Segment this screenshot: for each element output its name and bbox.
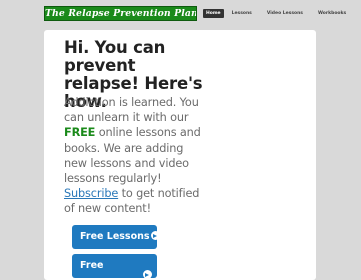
free-lessons-button[interactable]: Free Lessons	[72, 225, 160, 249]
main-nav: Home Lessons Video Lessons Workbooks	[203, 9, 358, 18]
free-lessons-label: Free Lessons	[80, 231, 150, 242]
free-books-label: Free	[80, 260, 104, 271]
nav-workbooks[interactable]: Workbooks	[315, 9, 349, 18]
nav-lessons[interactable]: Lessons	[229, 9, 255, 18]
subscribe-link[interactable]: Subscribe	[64, 187, 118, 200]
intro-paragraph: Addiction is learned. You can unlearn it…	[64, 95, 204, 217]
free-highlight: FREE	[64, 126, 96, 140]
site-logo[interactable]: The Relapse Prevention Plan	[44, 6, 197, 21]
arrow-circle-right-icon	[150, 231, 160, 240]
free-books-button[interactable]: Free	[72, 254, 157, 279]
nav-home[interactable]: Home	[203, 9, 224, 18]
nav-video-lessons[interactable]: Video Lessons	[264, 9, 306, 18]
arrow-circle-right-icon	[143, 270, 152, 279]
intro-text-1: Addiction is learned. You can unlearn it…	[64, 96, 199, 125]
top-navbar: The Relapse Prevention Plan Home Lessons…	[0, 0, 361, 28]
